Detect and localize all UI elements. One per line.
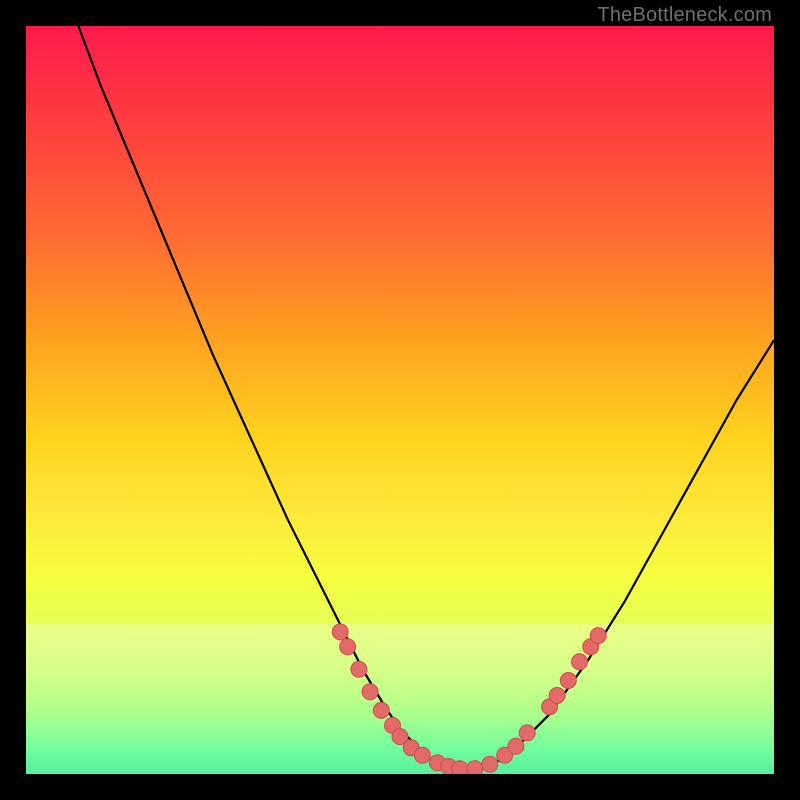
chart-frame: TheBottleneck.com [0, 0, 800, 800]
data-marker [572, 654, 588, 670]
data-marker [549, 688, 565, 704]
data-marker [590, 628, 606, 644]
data-marker [482, 756, 498, 772]
data-marker [467, 761, 483, 774]
data-marker [332, 624, 348, 640]
chart-plot-area [26, 26, 774, 774]
data-marker [373, 702, 389, 718]
source-watermark: TheBottleneck.com [597, 4, 772, 27]
data-marker [508, 738, 524, 754]
data-marker [560, 673, 576, 689]
bottleneck-curve [78, 26, 774, 770]
marker-group [332, 624, 606, 774]
data-marker [340, 639, 356, 655]
data-marker [414, 747, 430, 763]
chart-svg [26, 26, 774, 774]
data-marker [362, 684, 378, 700]
data-marker [519, 725, 535, 741]
data-marker [452, 761, 468, 774]
data-marker [351, 661, 367, 677]
